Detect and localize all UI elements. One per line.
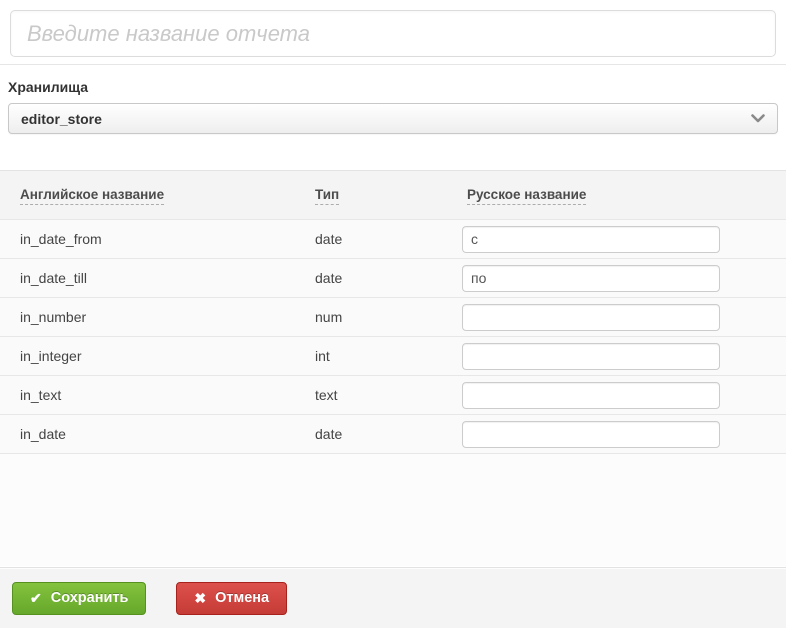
param-english-name: in_date_from <box>20 231 102 247</box>
param-type: num <box>315 309 343 325</box>
param-type: date <box>315 426 343 442</box>
cancel-button-label: Отмена <box>215 590 270 606</box>
storage-section: Хранилища editor_store <box>0 65 786 134</box>
column-header-type[interactable]: Тип <box>315 187 340 205</box>
russian-name-input[interactable] <box>462 225 720 253</box>
param-english-name: in_date <box>20 426 66 442</box>
russian-name-input[interactable] <box>462 381 720 409</box>
russian-name-input[interactable] <box>462 342 720 370</box>
check-icon: ✔ <box>30 589 42 606</box>
storage-select[interactable]: editor_store <box>8 103 778 134</box>
column-header-russian-name[interactable]: Русское название <box>467 187 587 205</box>
save-button-label: Сохранить <box>50 590 129 606</box>
param-type: text <box>315 387 338 403</box>
x-icon: ✖ <box>194 589 207 606</box>
russian-name-input[interactable] <box>462 303 720 331</box>
column-header-english-name[interactable]: Английское название <box>20 187 165 205</box>
table-row: in_date date <box>0 415 786 454</box>
param-english-name: in_date_till <box>20 270 87 286</box>
param-type: int <box>315 348 330 364</box>
param-type: date <box>315 231 343 247</box>
chevron-down-icon <box>751 114 765 123</box>
table-row: in_date_till date <box>0 259 786 298</box>
storage-label: Хранилища <box>8 79 89 95</box>
report-name-input[interactable] <box>10 10 776 57</box>
param-english-name: in_integer <box>20 348 82 364</box>
param-type: date <box>315 270 343 286</box>
russian-name-input[interactable] <box>462 264 720 292</box>
param-english-name: in_text <box>20 387 62 403</box>
save-button[interactable]: ✔ Сохранить <box>12 581 147 615</box>
table-row: in_integer int <box>0 337 786 376</box>
cancel-button[interactable]: ✖ Отмена <box>176 581 288 615</box>
parameters-table: Английское название Тип Русское название… <box>0 170 786 454</box>
table-row: in_text text <box>0 376 786 415</box>
storage-selected-value: editor_store <box>21 110 102 127</box>
param-english-name: in_number <box>20 309 87 325</box>
footer-action-bar: ✔ Сохранить ✖ Отмена <box>0 567 786 628</box>
report-name-section <box>0 0 786 57</box>
russian-name-input[interactable] <box>462 420 720 448</box>
table-row: in_date_from date <box>0 220 786 259</box>
table-row: in_number num <box>0 298 786 337</box>
content-spacer <box>0 454 786 566</box>
table-header-row: Английское название Тип Русское название <box>0 170 786 220</box>
